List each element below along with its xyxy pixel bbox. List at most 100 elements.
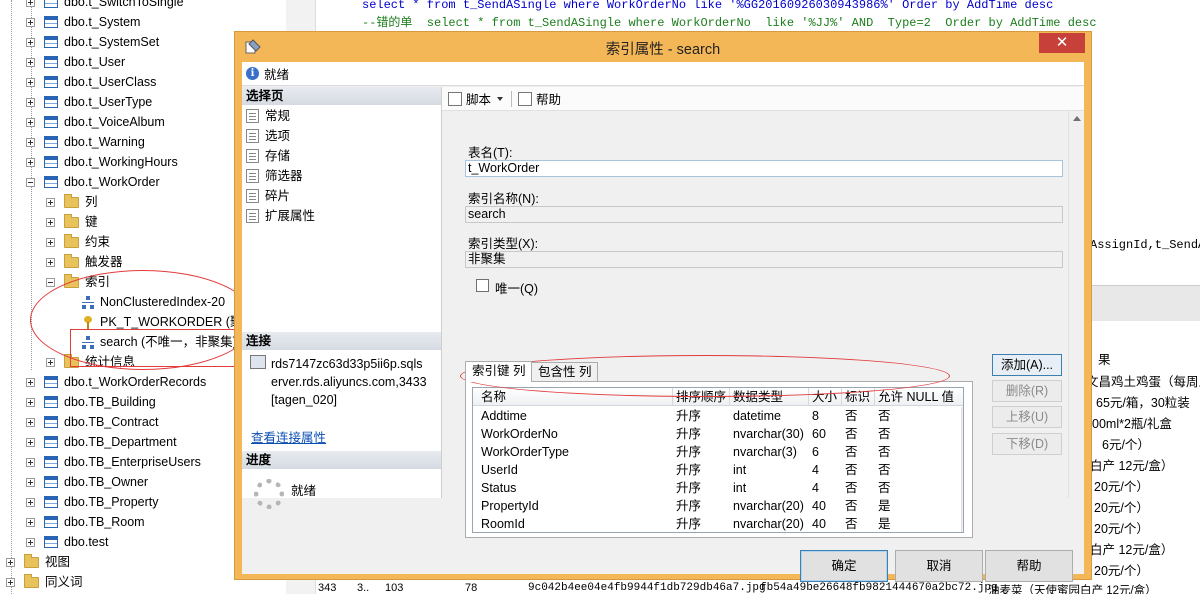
expand-icon[interactable] — [26, 477, 35, 487]
table-row[interactable]: WorkOrderType 升序 nvarchar(3) 6 否 否 — [473, 443, 963, 461]
cell-sort-order[interactable]: 升序 — [673, 461, 730, 479]
tree-node-index[interactable]: NonClusteredIndex-20 — [82, 292, 225, 312]
ok-button[interactable]: 确定 — [800, 550, 888, 582]
cell-sort-order[interactable]: 升序 — [673, 425, 730, 443]
move-down-button[interactable]: 下移(D) — [992, 433, 1062, 455]
tree-node-table[interactable]: dbo.TB_EnterpriseUsers — [26, 452, 201, 472]
expand-icon[interactable] — [26, 397, 35, 407]
table-row[interactable]: UserId 升序 int 4 否 否 — [473, 461, 963, 479]
expand-icon[interactable] — [6, 577, 15, 587]
help-button[interactable]: 帮助 — [985, 550, 1073, 582]
tree-node-folder[interactable]: 约束 — [46, 232, 110, 252]
close-button[interactable]: ✕ — [1039, 33, 1085, 53]
tree-node-table[interactable]: dbo.TB_Building — [26, 392, 156, 412]
cell-sort-order[interactable]: 升序 — [673, 443, 730, 461]
column-header-allow-nulls[interactable]: 允许 NULL 值 — [875, 388, 963, 406]
page-filter[interactable]: 筛选器 — [246, 166, 303, 186]
tree-node-index[interactable]: PK_T_WORKORDER (聚 — [84, 312, 242, 332]
expand-icon[interactable] — [46, 257, 55, 267]
column-header-data-type[interactable]: 数据类型 — [730, 388, 809, 406]
column-header-name[interactable]: 名称 — [473, 388, 673, 406]
page-scrollbar[interactable] — [1068, 111, 1084, 498]
tree-node-folder[interactable]: 统计信息 — [46, 352, 135, 372]
index-name-field[interactable]: search — [465, 206, 1063, 223]
table-name-field[interactable]: t_WorkOrder — [465, 160, 1063, 177]
collapse-icon[interactable] — [46, 277, 55, 287]
tree-node-table[interactable]: dbo.TB_Room — [26, 512, 145, 532]
expand-icon[interactable] — [26, 457, 35, 467]
move-up-button[interactable]: 上移(U) — [992, 406, 1062, 428]
grid-scrollbar[interactable] — [961, 407, 963, 532]
tree-node-folder-expanded[interactable]: 索引 — [46, 272, 110, 292]
table-row[interactable]: RoomId 升序 nvarchar(20) 40 否 是 — [473, 515, 963, 532]
tree-node-folder[interactable]: 键 — [46, 212, 98, 232]
expand-icon[interactable] — [26, 377, 35, 387]
expand-icon[interactable] — [26, 17, 35, 27]
script-button[interactable]: 脚本 — [466, 89, 491, 108]
unique-checkbox[interactable] — [476, 279, 489, 292]
column-header-size[interactable]: 大小 — [809, 388, 842, 406]
cell-sort-order[interactable]: 升序 — [673, 515, 730, 532]
expand-icon[interactable] — [26, 157, 35, 167]
index-properties-dialog[interactable]: 索引属性 - search ✕ i 就绪 选择页 常规 选项 存储 筛选器 碎片… — [234, 31, 1092, 582]
cell-sort-order[interactable]: 升序 — [673, 407, 730, 425]
tree-node-table[interactable]: dbo.t_SystemSet — [26, 32, 159, 52]
tree-node-folder[interactable]: 视图 — [6, 552, 70, 572]
expand-icon[interactable] — [26, 117, 35, 127]
tree-node-folder[interactable]: 触发器 — [46, 252, 123, 272]
expand-icon[interactable] — [26, 437, 35, 447]
expand-icon[interactable] — [46, 357, 55, 367]
page-options[interactable]: 选项 — [246, 126, 290, 146]
table-row[interactable]: Status 升序 int 4 否 否 — [473, 479, 963, 497]
tree-node-table[interactable]: dbo.TB_Owner — [26, 472, 148, 492]
table-row[interactable]: PropertyId 升序 nvarchar(20) 40 否 是 — [473, 497, 963, 515]
index-key-columns-grid[interactable]: 名称 排序顺序 数据类型 大小 标识 允许 NULL 值 Addtime 升序 … — [472, 387, 964, 533]
expand-icon[interactable] — [26, 0, 35, 7]
page-extended-properties[interactable]: 扩展属性 — [246, 206, 315, 226]
tree-node-table[interactable]: dbo.t_Warning — [26, 132, 145, 152]
view-connection-properties-link[interactable]: 查看连接属性 — [251, 427, 326, 446]
index-type-field[interactable]: 非聚集 — [465, 251, 1063, 268]
tree-node-table[interactable]: dbo.TB_Contract — [26, 412, 159, 432]
tree-node-table[interactable]: dbo.t_UserType — [26, 92, 152, 112]
table-row[interactable]: WorkOrderNo 升序 nvarchar(30) 60 否 否 — [473, 425, 963, 443]
expand-icon[interactable] — [6, 557, 15, 567]
tree-node-table[interactable]: dbo.t_WorkOrderRecords — [26, 372, 206, 392]
tree-node-folder[interactable]: 同义词 — [6, 572, 83, 592]
tree-node-index-selected[interactable]: search (不唯一，非聚集) — [82, 332, 237, 352]
tree-node-table[interactable]: dbo.TB_Department — [26, 432, 177, 452]
tree-node-folder[interactable]: 列 — [46, 192, 98, 212]
table-row[interactable]: Addtime 升序 datetime 8 否 否 — [473, 407, 963, 425]
expand-icon[interactable] — [46, 197, 55, 207]
tree-node-table[interactable]: dbo.test — [26, 532, 108, 552]
expand-icon[interactable] — [26, 497, 35, 507]
cell-sort-order[interactable]: 升序 — [673, 497, 730, 515]
expand-icon[interactable] — [26, 137, 35, 147]
delete-button[interactable]: 删除(R) — [992, 380, 1062, 402]
scroll-up-icon[interactable] — [1073, 116, 1081, 121]
tree-node-table[interactable]: dbo.t_VoiceAlbum — [26, 112, 165, 132]
expand-icon[interactable] — [26, 517, 35, 527]
tree-node-table[interactable]: dbo.t_WorkingHours — [26, 152, 178, 172]
expand-icon[interactable] — [26, 97, 35, 107]
page-general[interactable]: 常规 — [246, 106, 290, 126]
tree-node-table-expanded[interactable]: dbo.t_WorkOrder — [26, 172, 160, 192]
chevron-down-icon[interactable] — [497, 96, 504, 101]
tab-key-columns[interactable]: 索引键 列 — [465, 361, 533, 382]
collapse-icon[interactable] — [26, 177, 35, 187]
help-toolbar-button[interactable]: 帮助 — [536, 89, 561, 108]
tree-node-table[interactable]: dbo.t_System — [26, 12, 140, 32]
expand-icon[interactable] — [26, 537, 35, 547]
expand-icon[interactable] — [26, 77, 35, 87]
tree-node-table[interactable]: dbo.TB_Property — [26, 492, 159, 512]
expand-icon[interactable] — [26, 57, 35, 67]
expand-icon[interactable] — [26, 417, 35, 427]
cancel-button[interactable]: 取消 — [895, 550, 983, 582]
tree-node-table[interactable]: dbo.t_UserClass — [26, 72, 156, 92]
add-button[interactable]: 添加(A)... — [992, 354, 1062, 376]
tree-node-table[interactable]: dbo.t_User — [26, 52, 125, 72]
expand-icon[interactable] — [46, 237, 55, 247]
dialog-titlebar[interactable]: 索引属性 - search ✕ — [235, 32, 1091, 62]
column-header-sort-order[interactable]: 排序顺序 — [673, 388, 730, 406]
tree-node-table[interactable]: dbo.t_SwitchToSingle — [26, 0, 184, 12]
